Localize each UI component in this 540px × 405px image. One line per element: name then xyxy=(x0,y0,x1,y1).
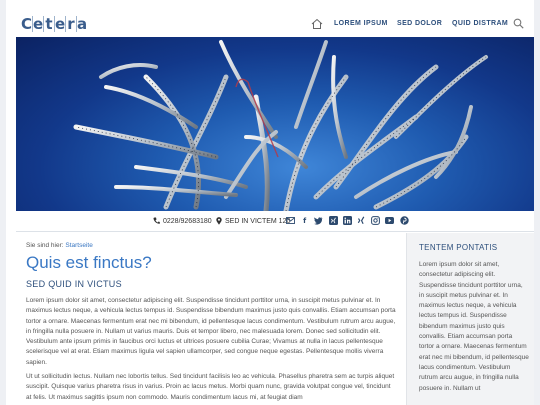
section-subtitle: SED QUID IN VICTUS xyxy=(26,279,122,289)
home-icon[interactable] xyxy=(311,18,323,30)
phone-icon xyxy=(153,217,160,224)
contact-bar: 0228/92683180 SED IN VICTEM 120 f xyxy=(16,211,534,232)
logo-letter: C xyxy=(21,15,33,33)
address-text: SED IN VICTEM 120 xyxy=(225,217,291,225)
breadcrumb: Sie sind hier: Startseite xyxy=(26,242,93,249)
sidebar-text: Lorem ipsum dolor sit amet, consectetur … xyxy=(419,261,529,392)
body-paragraph: Lorem ipsum dolor sit amet, consectetur … xyxy=(26,297,396,366)
xing-icon[interactable] xyxy=(328,216,338,225)
body-paragraph: Ut ut sollicitudin lectus. Nullam nec lo… xyxy=(26,373,395,401)
address-contact[interactable]: SED IN VICTEM 120 xyxy=(216,217,290,225)
instagram-icon[interactable] xyxy=(371,216,381,225)
logo-letter: r xyxy=(65,16,76,32)
youtube-icon[interactable] xyxy=(385,216,395,225)
phone-contact[interactable]: 0228/92683180 xyxy=(153,217,212,225)
location-pin-icon xyxy=(216,217,222,225)
hero-image xyxy=(16,37,534,211)
nav-item-lorem-ipsum[interactable]: LOREM IPSUM xyxy=(334,20,388,27)
social-links: f xyxy=(286,216,414,225)
search-icon[interactable] xyxy=(513,18,524,29)
sidebar-title: TENTEM PONTATIS xyxy=(419,243,498,252)
breadcrumb-prefix: Sie sind hier: xyxy=(26,242,64,249)
page: C e t e r a LOREM IPSUM SED DOLOR QUID D… xyxy=(6,0,534,405)
hero-sculpture-graphic xyxy=(73,40,488,211)
xing-alt-icon[interactable] xyxy=(357,216,366,225)
phone-number: 0228/92683180 xyxy=(163,217,212,225)
nav-item-sed-dolor[interactable]: SED DOLOR xyxy=(397,20,442,27)
breadcrumb-link-home[interactable]: Startseite xyxy=(65,242,92,249)
sidebar: TENTEM PONTATIS Lorem ipsum dolor sit am… xyxy=(406,233,534,405)
pinterest-icon[interactable] xyxy=(399,216,409,225)
nav-item-quid-distram[interactable]: QUID DISTRAM xyxy=(452,20,508,27)
linkedin-icon[interactable] xyxy=(342,216,352,225)
mail-icon[interactable] xyxy=(286,216,295,225)
logo-letter: e xyxy=(54,15,66,33)
logo-letter: e xyxy=(32,15,44,33)
logo-letter: t xyxy=(43,16,54,32)
twitter-icon[interactable] xyxy=(314,216,323,225)
site-header: C e t e r a LOREM IPSUM SED DOLOR QUID D… xyxy=(6,0,534,36)
facebook-icon[interactable]: f xyxy=(300,216,309,225)
logo[interactable]: C e t e r a xyxy=(21,16,87,32)
logo-letter: a xyxy=(76,15,88,33)
page-title: Quis est finctus? xyxy=(26,253,152,272)
